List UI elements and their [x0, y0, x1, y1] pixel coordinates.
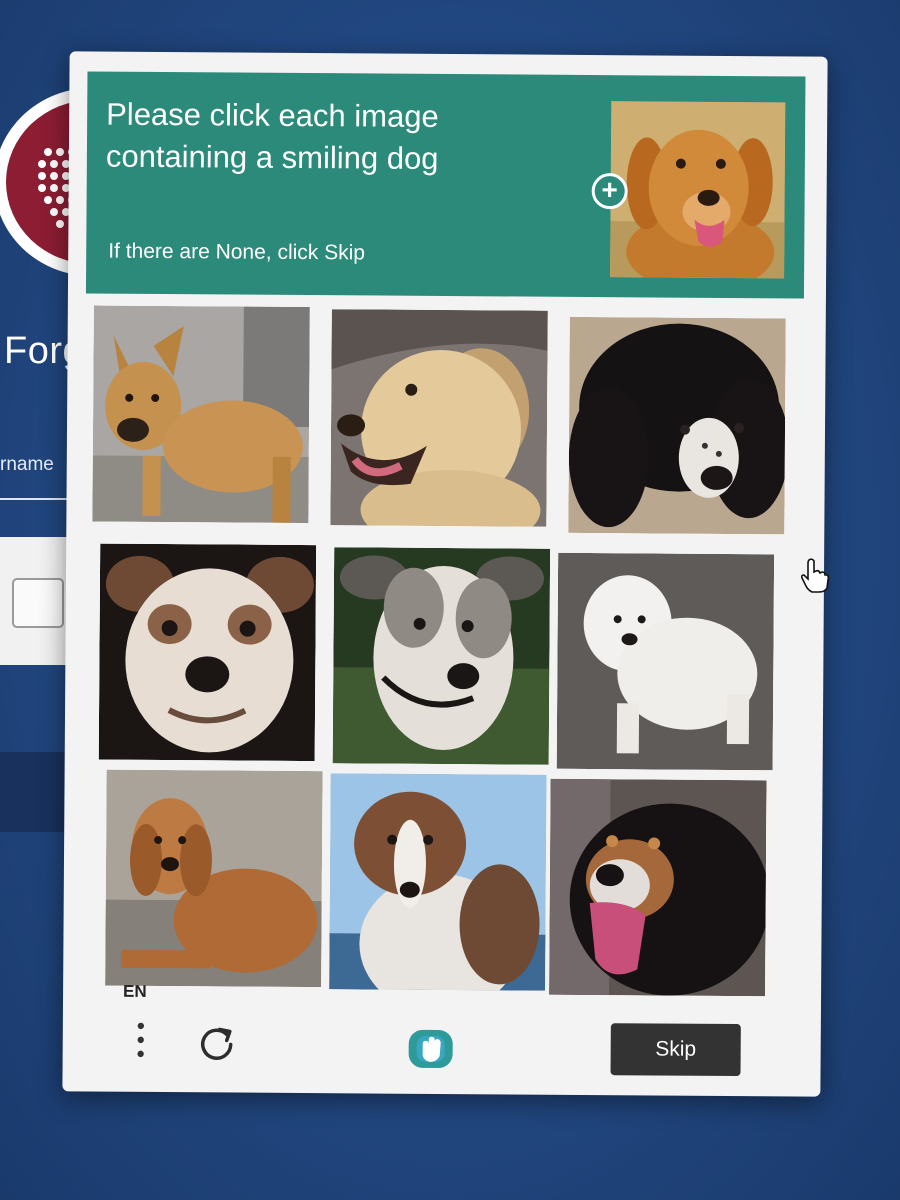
image-tile-3[interactable] [568, 316, 786, 535]
captcha-header: Please click each image containing a smi… [85, 71, 806, 299]
image-tile-8[interactable] [329, 773, 547, 991]
skip-button[interactable]: Skip [610, 1023, 741, 1077]
image-tile-2[interactable] [330, 309, 548, 527]
image-tile-5[interactable] [332, 547, 551, 765]
plus-icon[interactable]: + [591, 173, 628, 210]
example-image[interactable] [610, 101, 786, 279]
captcha-prompt: Please click each image containing a smi… [105, 96, 439, 176]
image-tile-9[interactable] [549, 778, 767, 997]
captcha-dialog: Please click each image containing a smi… [62, 51, 828, 1097]
image-tile-7[interactable] [105, 769, 323, 988]
image-tile-6[interactable] [556, 552, 775, 771]
captcha-hint: If there are None, click Skip [108, 239, 366, 265]
background-field-label: rname [0, 454, 54, 475]
hand-pointer-icon [800, 558, 830, 593]
image-tile-1[interactable] [92, 305, 310, 524]
background-checkbox[interactable] [12, 578, 64, 628]
refresh-icon[interactable] [197, 1022, 237, 1062]
hcaptcha-logo-icon[interactable] [403, 1026, 459, 1072]
image-tile-4[interactable] [98, 543, 317, 762]
language-selector[interactable]: EN [123, 982, 147, 1002]
more-vertical-icon[interactable] [131, 1020, 151, 1060]
